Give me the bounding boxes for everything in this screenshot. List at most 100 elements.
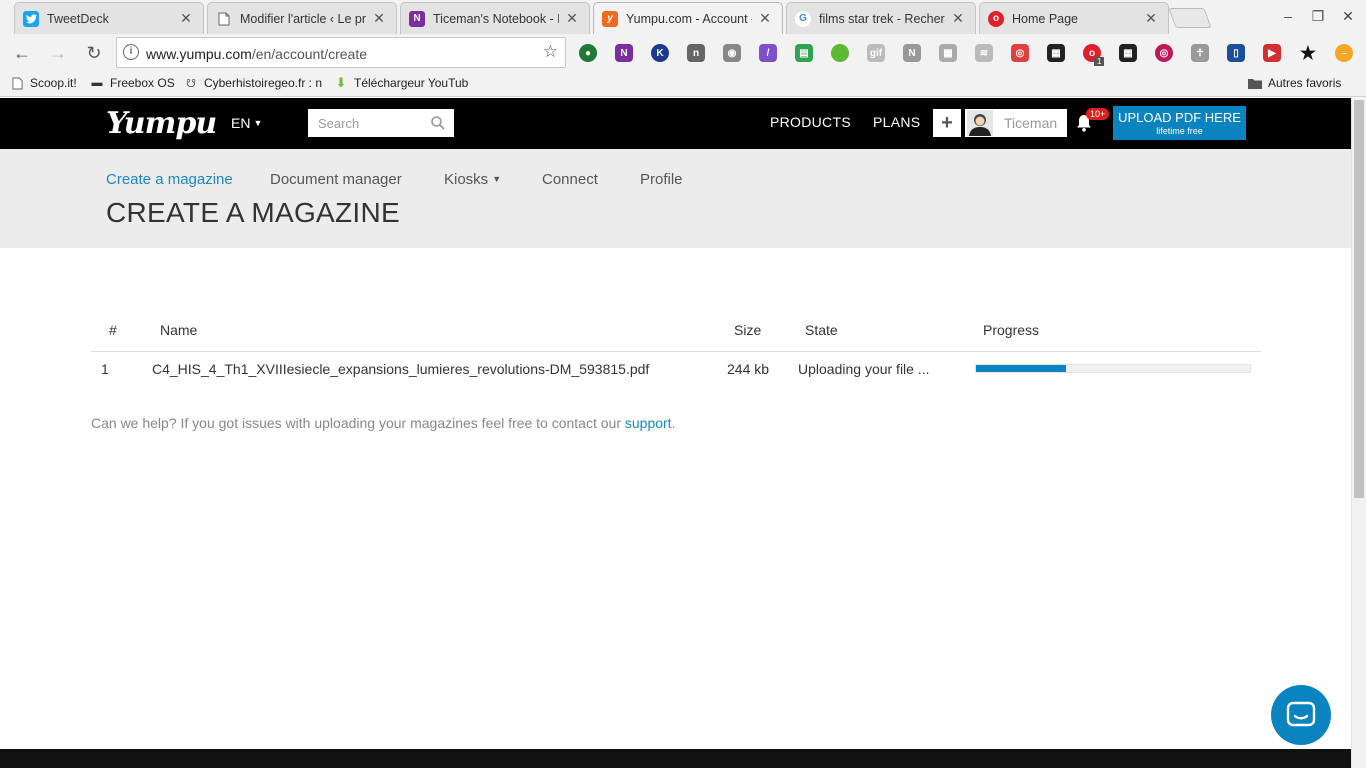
upload-pdf-button[interactable]: UPLOAD PDF HERE lifetime free bbox=[1113, 106, 1246, 140]
tab-title: Ticeman's Notebook - M bbox=[433, 11, 559, 26]
document-extension-icon[interactable]: ▦ bbox=[939, 44, 957, 62]
file-size: 244 kb bbox=[727, 361, 770, 377]
close-tab-icon[interactable]: ✕ bbox=[372, 10, 386, 27]
onenote-icon: N bbox=[409, 10, 425, 27]
tab-title: Home Page bbox=[1012, 11, 1079, 26]
subnav-document-manager[interactable]: Document manager bbox=[270, 171, 402, 188]
freebox-icon: ▬ bbox=[91, 77, 103, 89]
close-tab-icon[interactable]: ✕ bbox=[565, 10, 579, 27]
close-window-icon[interactable]: ✕ bbox=[1338, 8, 1358, 25]
donut-extension-icon[interactable]: ◎ bbox=[1155, 44, 1173, 62]
help-text: Can we help? If you got issues with uplo… bbox=[91, 415, 675, 431]
tab-title: Modifier l'article ‹ Le prof bbox=[240, 11, 366, 26]
subnav-create-magazine[interactable]: Create a magazine bbox=[106, 171, 233, 188]
nimbus-extension-icon[interactable]: n bbox=[687, 44, 705, 62]
yumpu-logo[interactable]: Yumpu bbox=[106, 106, 217, 141]
bookmark-star-icon[interactable]: ☆ bbox=[543, 42, 558, 62]
browser-tab-tweetdeck[interactable]: TweetDeck ✕ bbox=[14, 2, 204, 34]
upload-state: Uploading your file ... bbox=[798, 361, 930, 377]
search-icon[interactable] bbox=[430, 115, 446, 131]
evernote-extension-icon[interactable]: ● bbox=[579, 44, 597, 62]
minimize-window-icon[interactable]: – bbox=[1278, 8, 1298, 24]
column-header-progress: Progress bbox=[983, 322, 1040, 338]
tab-title: films star trek - Recherch bbox=[819, 11, 945, 26]
help-end: . bbox=[671, 415, 676, 431]
plans-link[interactable]: PLANS bbox=[873, 114, 920, 130]
bookmarks-bar: Scoop.it! ▬ Freebox OS ☋ Cyberhistoirege… bbox=[0, 72, 1366, 97]
close-tab-icon[interactable]: ✕ bbox=[179, 10, 193, 27]
green-dot-extension-icon[interactable] bbox=[831, 44, 849, 62]
url-host: www.yumpu.com bbox=[146, 46, 252, 62]
extension-badge: 1 bbox=[1094, 57, 1105, 66]
klaxoon-extension-icon[interactable]: K bbox=[651, 44, 669, 62]
bookmark-youtube-downloader[interactable]: ⬇ Téléchargeur YouTub bbox=[334, 76, 469, 90]
opera-icon: o bbox=[988, 10, 1004, 27]
support-link[interactable]: support bbox=[625, 415, 672, 431]
upload-progress-bar bbox=[975, 364, 1251, 373]
products-link[interactable]: PRODUCTS bbox=[770, 114, 851, 130]
language-selector[interactable]: EN ▼ bbox=[231, 115, 262, 131]
browser-tab-home-page[interactable]: o Home Page ✕ bbox=[979, 2, 1169, 34]
feather-extension-icon[interactable]: / bbox=[759, 44, 777, 62]
account-subheader: Create a magazine Document manager Kiosk… bbox=[0, 149, 1351, 248]
file-name: C4_HIS_4_Th1_XVIIIesiecle_expansions_lum… bbox=[152, 361, 650, 377]
browser-tab-modifier-article[interactable]: Modifier l'article ‹ Le prof ✕ bbox=[207, 2, 397, 34]
onenote-extension-icon[interactable]: N bbox=[615, 44, 633, 62]
ankh-extension-icon[interactable]: ☥ bbox=[1191, 44, 1209, 62]
print-extension-icon[interactable]: ▤ bbox=[795, 44, 813, 62]
close-tab-icon[interactable]: ✕ bbox=[758, 10, 772, 27]
rss-extension-icon[interactable]: ≋ bbox=[975, 44, 993, 62]
subnav-kiosks-label: Kiosks bbox=[444, 171, 489, 188]
close-tab-icon[interactable]: ✕ bbox=[1144, 10, 1158, 27]
page-title: CREATE A MAGAZINE bbox=[106, 197, 400, 228]
caret-down-icon: ▼ bbox=[253, 118, 263, 128]
username: Ticeman bbox=[1004, 115, 1058, 131]
google-icon: G bbox=[795, 10, 811, 27]
gif-extension-icon[interactable]: gif bbox=[867, 44, 885, 62]
tab-title: Yumpu.com - Account - bbox=[626, 11, 752, 26]
qr-code-extension-icon[interactable]: ▦ bbox=[1119, 44, 1137, 62]
close-tab-icon[interactable]: ✕ bbox=[951, 10, 965, 27]
avatar bbox=[967, 110, 993, 136]
back-arrow-icon[interactable]: ← bbox=[9, 41, 35, 65]
bookmark-cyberhistoiregeo[interactable]: ☋ Cyberhistoiregeo.fr : n bbox=[184, 76, 322, 90]
broadcast-extension-icon[interactable]: ◎ bbox=[1011, 44, 1029, 62]
menu-extension-icon[interactable]: – bbox=[1335, 44, 1353, 62]
browser-tab-onenote[interactable]: N Ticeman's Notebook - M ✕ bbox=[400, 2, 590, 34]
nw-extension-icon[interactable]: N bbox=[903, 44, 921, 62]
info-icon[interactable]: i bbox=[123, 44, 139, 60]
bookmark-freebox[interactable]: ▬ Freebox OS bbox=[90, 76, 175, 90]
table-divider bbox=[91, 351, 1261, 352]
forward-arrow-icon[interactable]: → bbox=[45, 41, 71, 65]
help-message: Can we help? If you got issues with uplo… bbox=[91, 415, 625, 431]
browser-tab-strip: TweetDeck ✕ Modifier l'article ‹ Le prof… bbox=[0, 0, 1366, 34]
url-path: /en/account/create bbox=[251, 46, 367, 62]
address-bar[interactable]: i www.yumpu.com/en/account/create ☆ bbox=[116, 37, 566, 68]
add-button[interactable]: + bbox=[933, 109, 961, 137]
reader-extension-icon[interactable]: ▯ bbox=[1227, 44, 1245, 62]
page-footer bbox=[0, 749, 1351, 768]
subnav-profile[interactable]: Profile bbox=[640, 171, 683, 188]
browser-tab-yumpu[interactable]: y Yumpu.com - Account - ✕ bbox=[593, 2, 783, 34]
page-scrollbar[interactable] bbox=[1351, 98, 1366, 768]
chat-button[interactable] bbox=[1271, 685, 1331, 745]
star-extension-icon[interactable]: ★ bbox=[1299, 43, 1317, 63]
video-extension-icon[interactable]: ▶ bbox=[1263, 44, 1281, 62]
bookmark-scoopit[interactable]: Scoop.it! bbox=[10, 76, 77, 90]
column-header-name: Name bbox=[160, 322, 198, 338]
camera-extension-icon[interactable]: ◉ bbox=[723, 44, 741, 62]
other-bookmarks-folder[interactable]: Autres favoris bbox=[1248, 76, 1341, 90]
tab-title: TweetDeck bbox=[47, 11, 109, 26]
qr-code-extension-icon[interactable]: ▦ bbox=[1047, 44, 1065, 62]
subnav-connect[interactable]: Connect bbox=[542, 171, 598, 188]
scrollbar-thumb[interactable] bbox=[1354, 100, 1364, 498]
new-tab-button[interactable] bbox=[1168, 8, 1212, 28]
restore-window-icon[interactable]: ❐ bbox=[1308, 8, 1328, 25]
upload-sublabel: lifetime free bbox=[1156, 126, 1203, 136]
browser-tab-google[interactable]: G films star trek - Recherch ✕ bbox=[786, 2, 976, 34]
yumpu-icon: y bbox=[602, 10, 618, 27]
subnav-kiosks[interactable]: Kiosks ▼ bbox=[444, 171, 501, 188]
user-menu[interactable]: Ticeman bbox=[965, 109, 1067, 137]
reload-icon[interactable]: ↻ bbox=[81, 41, 107, 65]
twitter-icon bbox=[23, 10, 39, 27]
